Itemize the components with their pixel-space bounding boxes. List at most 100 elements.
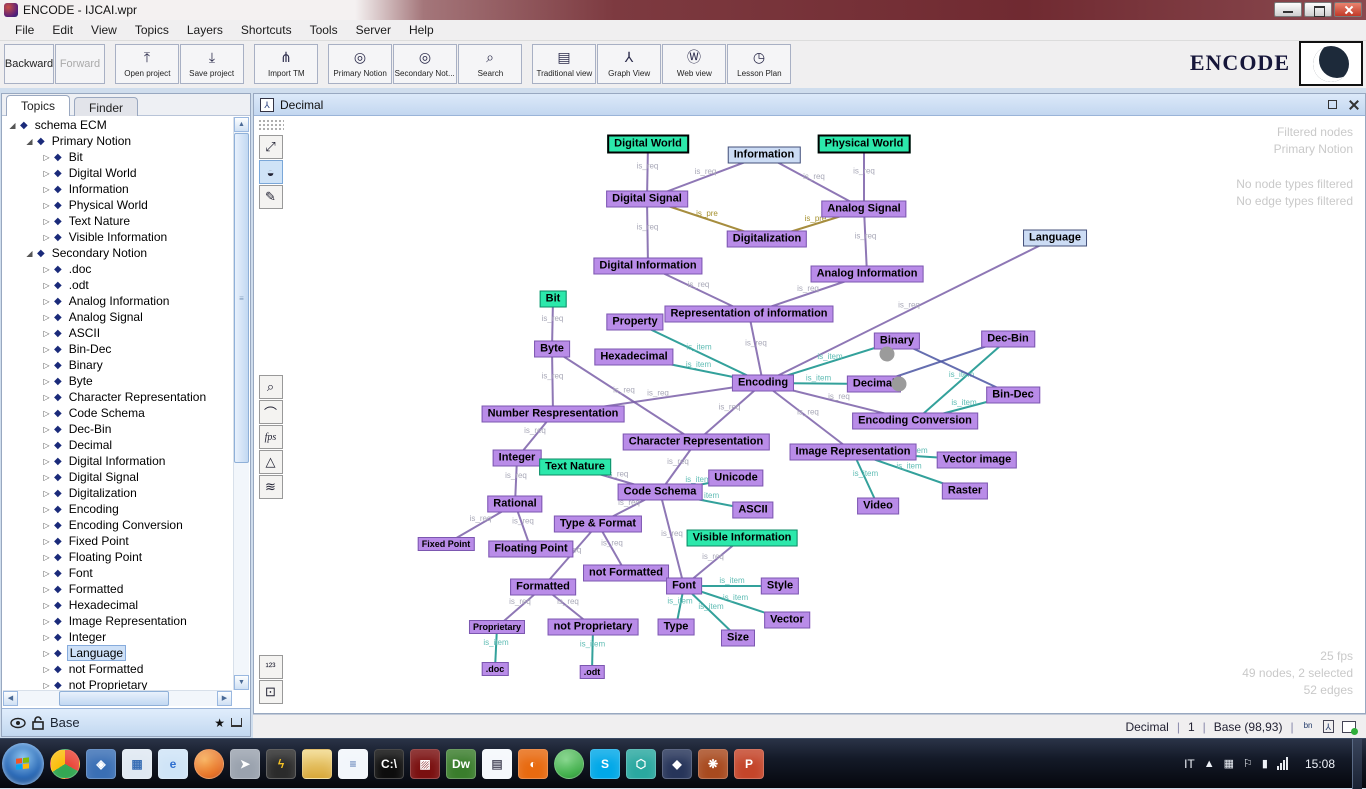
collapsed-icon[interactable]: ▷ <box>41 169 52 178</box>
taskbar-icon-pin-tool[interactable]: ➤ <box>230 749 260 779</box>
graph-node-image-representation[interactable]: Image Representation <box>790 444 917 461</box>
weight-tool-button[interactable]: △ <box>259 450 283 474</box>
tab-finder[interactable]: Finder <box>74 97 138 116</box>
tree-item-not-formatted[interactable]: ▷◆not Formatted <box>3 661 232 677</box>
collapsed-icon[interactable]: ▷ <box>41 537 52 546</box>
graph-node-video[interactable]: Video <box>857 498 899 515</box>
minimize-button[interactable] <box>1274 2 1302 17</box>
tree-item-digitalization[interactable]: ▷◆Digitalization <box>3 485 232 501</box>
graph-canvas[interactable]: ⤢◒✎ ⌕⌒fps△≋ ¹²³⊡ is_reqis_reqis_reqis_re… <box>254 116 1365 713</box>
tab-topics[interactable]: Topics <box>6 95 70 116</box>
hidden-icons-arrow[interactable]: ▲ <box>1204 758 1215 770</box>
clock[interactable]: 15:08 <box>1297 757 1343 771</box>
graph-node-visible-information[interactable]: Visible Information <box>687 530 798 547</box>
graph-node-type-format[interactable]: Type & Format <box>554 516 642 533</box>
graph-node-formatted[interactable]: Formatted <box>510 579 576 596</box>
graph-node-integer[interactable]: Integer <box>493 450 542 467</box>
language-indicator[interactable]: IT <box>1184 757 1195 771</box>
scroll-right-icon[interactable]: ▶ <box>217 691 232 706</box>
taskbar-icon-cube-app[interactable]: ⬡ <box>626 749 656 779</box>
tree-item-hexadecimal[interactable]: ▷◆Hexadecimal <box>3 597 232 613</box>
tree-item-formatted[interactable]: ▷◆Formatted <box>3 581 232 597</box>
taskbar-icon-dreamweaver[interactable]: Dw <box>446 749 476 779</box>
show-desktop-button[interactable] <box>1352 739 1362 789</box>
graph-node-information[interactable]: Information <box>728 147 801 164</box>
collapse-button[interactable]: ⊡ <box>259 680 283 704</box>
graph-node-doc[interactable]: .doc <box>482 662 509 676</box>
flag-tray-icon[interactable]: ⚐ <box>1243 757 1253 770</box>
panel-maximize-icon[interactable] <box>1328 100 1337 109</box>
scrollbar-thumb[interactable]: ≡ <box>234 133 249 463</box>
menu-topics[interactable]: Topics <box>126 21 178 39</box>
collapsed-icon[interactable]: ▷ <box>41 297 52 306</box>
collapsed-icon[interactable]: ▷ <box>41 489 52 498</box>
graph-node-dec-bin[interactable]: Dec-Bin <box>981 331 1035 348</box>
tree-item-language[interactable]: ▷◆Language <box>3 645 232 661</box>
collapsed-icon[interactable]: ▷ <box>41 345 52 354</box>
tree-item-digital-world[interactable]: ▷◆Digital World <box>3 165 232 181</box>
primary-notion-button[interactable]: ◎Primary Notion <box>328 44 392 84</box>
taskbar-icon-openproject[interactable] <box>554 749 584 779</box>
base-layer-bar[interactable]: Base ★ <box>2 708 250 736</box>
graph-icon[interactable]: ⅄ <box>1323 720 1335 733</box>
tree-item-bit[interactable]: ▷◆Bit <box>3 149 232 165</box>
numbers-button[interactable]: ¹²³ <box>259 655 283 679</box>
taskbar-icon-folder-explorer[interactable] <box>302 749 332 779</box>
selection-handle-dot[interactable] <box>880 347 895 362</box>
collapsed-icon[interactable]: ▷ <box>41 233 52 242</box>
graph-node-bin-dec[interactable]: Bin-Dec <box>986 387 1040 404</box>
menu-server[interactable]: Server <box>347 21 400 39</box>
traditional-view-button[interactable]: ▤Traditional view <box>532 44 596 84</box>
graph-node-vector-image[interactable]: Vector image <box>937 452 1017 469</box>
menu-edit[interactable]: Edit <box>43 21 82 39</box>
taskbar-icon-powerpoint[interactable]: P <box>734 749 764 779</box>
tree-item-integer[interactable]: ▷◆Integer <box>3 629 232 645</box>
edit-tool-button[interactable]: ✎ <box>259 185 283 209</box>
collapsed-icon[interactable]: ▷ <box>41 153 52 162</box>
fps-button[interactable]: fps <box>259 425 283 449</box>
menu-shortcuts[interactable]: Shortcuts <box>232 21 301 39</box>
tree-item--doc[interactable]: ▷◆.doc <box>3 261 232 277</box>
taskbar-icon-terminal[interactable]: C:\ <box>374 749 404 779</box>
graph-panel-header[interactable]: ⅄ Decimal <box>254 94 1365 116</box>
import-tm-button[interactable]: ⋔Import TM <box>254 44 318 84</box>
tree-item-ascii[interactable]: ▷◆ASCII <box>3 325 232 341</box>
collapsed-icon[interactable]: ▷ <box>41 361 52 370</box>
graph-node-number-respresentation[interactable]: Number Respresentation <box>482 406 625 423</box>
tree-item-code-schema[interactable]: ▷◆Code Schema <box>3 405 232 421</box>
expanded-icon[interactable]: ◢ <box>7 121 18 130</box>
collapsed-icon[interactable]: ▷ <box>41 201 52 210</box>
collapsed-icon[interactable]: ▷ <box>41 681 52 690</box>
collapsed-icon[interactable]: ▷ <box>41 441 52 450</box>
session-status-icon[interactable] <box>1342 721 1356 733</box>
forward-button[interactable]: Forward <box>55 44 105 84</box>
backward-button[interactable]: Backward <box>4 44 54 84</box>
graph-node-hexadecimal[interactable]: Hexadecimal <box>594 349 673 366</box>
scroll-left-icon[interactable]: ◀ <box>3 691 18 706</box>
tree-item-fixed-point[interactable]: ▷◆Fixed Point <box>3 533 232 549</box>
taskbar-icon-text-editor[interactable]: ▤ <box>482 749 512 779</box>
graph-node-vector[interactable]: Vector <box>764 612 810 629</box>
collapsed-icon[interactable]: ▷ <box>41 601 52 610</box>
graph-node-digital-information[interactable]: Digital Information <box>593 258 702 275</box>
collapsed-icon[interactable]: ▷ <box>41 329 52 338</box>
tree-item-not-proprietary[interactable]: ▷◆not Proprietary <box>3 677 232 690</box>
graph-node-analog-information[interactable]: Analog Information <box>811 266 924 283</box>
collapsed-icon[interactable]: ▷ <box>41 393 52 402</box>
maximize-button[interactable] <box>1304 2 1332 17</box>
collapsed-icon[interactable]: ▷ <box>41 377 52 386</box>
tree-item-primary-notion[interactable]: ◢◆Primary Notion <box>3 133 232 149</box>
graph-node-font[interactable]: Font <box>666 578 702 595</box>
taskbar-icon-skype[interactable]: S <box>590 749 620 779</box>
graph-node-property[interactable]: Property <box>606 314 663 331</box>
taskbar-icon-teamviewer[interactable]: ◈ <box>86 749 116 779</box>
graph-node-floating-point[interactable]: Floating Point <box>488 541 573 558</box>
graph-node-character-representation[interactable]: Character Representation <box>623 434 770 451</box>
graph-node-code-schema[interactable]: Code Schema <box>618 484 703 501</box>
tree-item-secondary-notion[interactable]: ◢◆Secondary Notion <box>3 245 232 261</box>
taskbar-icon-internet-explorer[interactable]: e <box>158 749 188 779</box>
curve-tool-button[interactable]: ⌒ <box>259 400 283 424</box>
graph-node-analog-signal[interactable]: Analog Signal <box>821 201 906 218</box>
start-button[interactable] <box>2 743 44 785</box>
graph-node-encoding-conversion[interactable]: Encoding Conversion <box>852 413 978 430</box>
